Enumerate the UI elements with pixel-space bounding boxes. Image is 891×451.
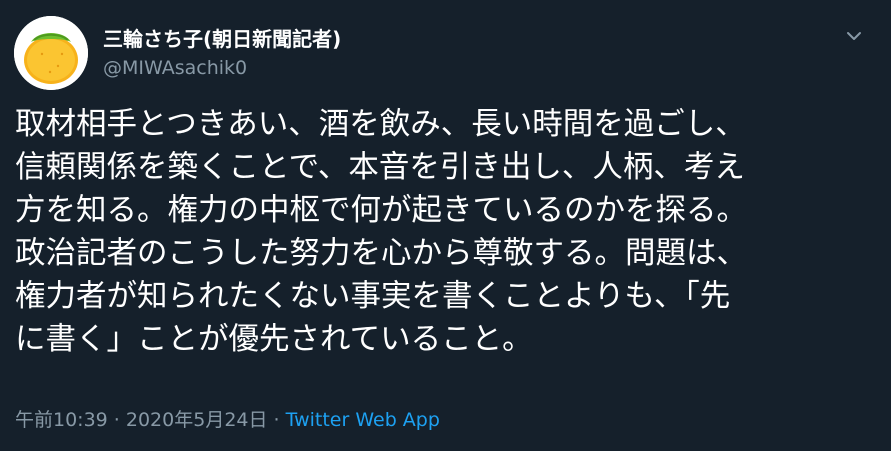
tweet-meta: 午前10:39 · 2020年5月24日 · Twitter Web App (15, 406, 440, 434)
user-handle[interactable]: @MIWAsachik0 (103, 56, 247, 80)
source-app-link[interactable]: Twitter Web App (286, 409, 440, 431)
orange-fruit-icon (14, 16, 88, 90)
tweet-text-line: 信頼関係を築くことで、本音を引き出し、人柄、考え (15, 150, 745, 185)
display-name[interactable]: 三輪さち子(朝日新聞記者) (103, 27, 341, 51)
tweet-card: 三輪さち子(朝日新聞記者) @MIWAsachik0 取材相手とつきあい、酒を飲… (0, 0, 891, 451)
tweet-text-line: 方を知る。権力の中枢で何が起きているのかを探る。 (15, 193, 747, 228)
tweet-text-line: 取材相手とつきあい、酒を飲み、長い時間を過ごし、 (15, 107, 746, 142)
tweet-text-line: 権力者が知られたくない事実を書くことよりも、「先 (15, 279, 731, 314)
meta-separator: · (267, 409, 286, 431)
timestamp-link[interactable]: 午前10:39 · 2020年5月24日 (15, 409, 268, 431)
tweet-text-line: 政治記者のこうした努力を心から尊敬する。問題は、 (15, 236, 747, 271)
tweet-text: 取材相手とつきあい、酒を飲み、長い時間を過ごし、 信頼関係を築くことで、本音を引… (15, 103, 883, 361)
avatar[interactable] (14, 16, 88, 90)
tweet-text-line: に書く」ことが優先されていること。 (15, 322, 533, 357)
chevron-down-icon[interactable] (842, 24, 866, 48)
